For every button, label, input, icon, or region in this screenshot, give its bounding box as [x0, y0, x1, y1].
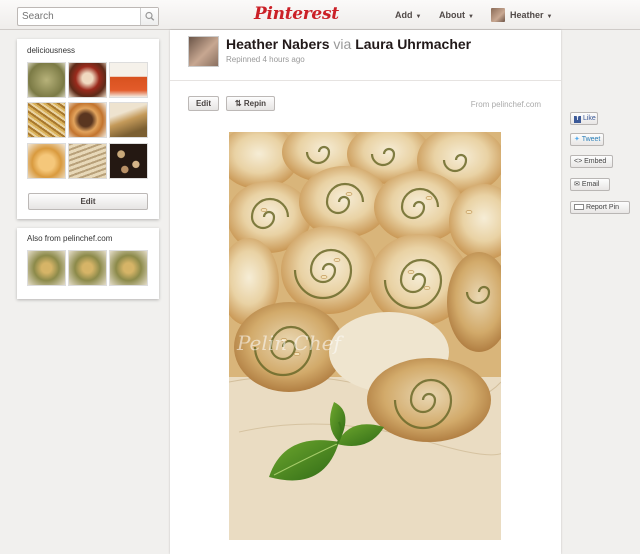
- board-edit-button[interactable]: Edit: [28, 193, 148, 210]
- board-thumbnail[interactable]: [68, 143, 107, 179]
- photo-watermark: Pelin Chef: [236, 331, 344, 355]
- add-label: Add: [395, 10, 413, 20]
- also-from-title: Also from pelinchef.com: [27, 234, 112, 243]
- twitter-icon: ✦: [574, 136, 580, 143]
- search-box: [17, 7, 159, 26]
- also-from-thumbnail[interactable]: [27, 250, 66, 286]
- top-bar: Pinterest Add▼ About▼ Heather▼: [0, 0, 640, 30]
- user-menu[interactable]: Heather ▼: [510, 10, 552, 20]
- embed-label: Embed: [584, 158, 607, 165]
- like-label: Like: [582, 115, 596, 122]
- also-from-prefix: Also from: [27, 234, 61, 243]
- board-thumbnail[interactable]: [109, 143, 148, 179]
- tweet-button[interactable]: ✦ Tweet: [570, 133, 604, 146]
- flag-icon: [574, 204, 584, 211]
- board-thumbnail[interactable]: [68, 102, 107, 138]
- email-icon: ✉: [574, 181, 580, 188]
- pinterest-logo[interactable]: Pinterest: [254, 4, 339, 26]
- board-thumbnail[interactable]: [109, 102, 148, 138]
- pin-image[interactable]: Pelin Chef: [229, 132, 501, 540]
- email-label: Email: [581, 181, 600, 188]
- repin-button[interactable]: ⇅ Repin: [226, 96, 275, 111]
- search-icon: [145, 11, 155, 21]
- embed-icon: <>: [574, 158, 583, 165]
- pin-card: Heather Nabers via Laura Uhrmacher Repin…: [170, 30, 561, 554]
- pinner-name[interactable]: Heather Nabers: [226, 36, 330, 52]
- repin-label: Repin: [243, 99, 267, 108]
- pin-source-link[interactable]: From pelinchef.com: [471, 100, 541, 109]
- board-card: deliciousness Edit: [17, 39, 159, 219]
- also-from-source[interactable]: pelinchef.com: [63, 234, 112, 243]
- also-from-thumbnail[interactable]: [68, 250, 107, 286]
- facebook-like-button[interactable]: f Like: [570, 112, 598, 125]
- embed-button[interactable]: <> Embed: [570, 155, 613, 168]
- repin-icon: ⇅: [234, 99, 242, 108]
- board-thumbnail[interactable]: [27, 143, 66, 179]
- report-pin-button[interactable]: Report Pin: [570, 201, 630, 214]
- board-thumbnail[interactable]: [27, 102, 66, 138]
- caret-down-icon: ▼: [468, 14, 474, 20]
- search-input[interactable]: [18, 8, 141, 25]
- via-text: via: [333, 36, 352, 52]
- add-menu[interactable]: Add ▼: [395, 10, 421, 20]
- also-from-card: Also from pelinchef.com: [17, 228, 159, 299]
- pesto-rolls-photo: Pelin Chef: [229, 132, 501, 540]
- search-button[interactable]: [140, 8, 158, 25]
- facebook-icon: f: [574, 116, 581, 123]
- pin-attribution: Heather Nabers via Laura Uhrmacher: [226, 36, 471, 52]
- also-from-thumbnail[interactable]: [109, 250, 148, 286]
- board-thumbnail[interactable]: [109, 62, 148, 98]
- board-thumbnail[interactable]: [27, 62, 66, 98]
- pinner-avatar[interactable]: [188, 36, 219, 67]
- user-label: Heather: [510, 10, 544, 20]
- tweet-label: Tweet: [581, 136, 601, 143]
- caret-down-icon: ▼: [546, 14, 553, 20]
- about-menu[interactable]: About ▼: [439, 10, 474, 20]
- pin-edit-button[interactable]: Edit: [188, 96, 219, 111]
- email-button[interactable]: ✉ Email: [570, 178, 610, 191]
- caret-down-icon: ▼: [415, 14, 422, 20]
- source-user-name[interactable]: Laura Uhrmacher: [355, 36, 471, 52]
- report-label: Report Pin: [585, 204, 620, 211]
- pin-timestamp: Repinned 4 hours ago: [226, 55, 305, 64]
- board-title[interactable]: deliciousness: [27, 46, 75, 55]
- board-thumbnail[interactable]: [68, 62, 107, 98]
- divider: [170, 80, 561, 81]
- about-label: About: [439, 10, 465, 20]
- user-avatar[interactable]: [491, 8, 505, 22]
